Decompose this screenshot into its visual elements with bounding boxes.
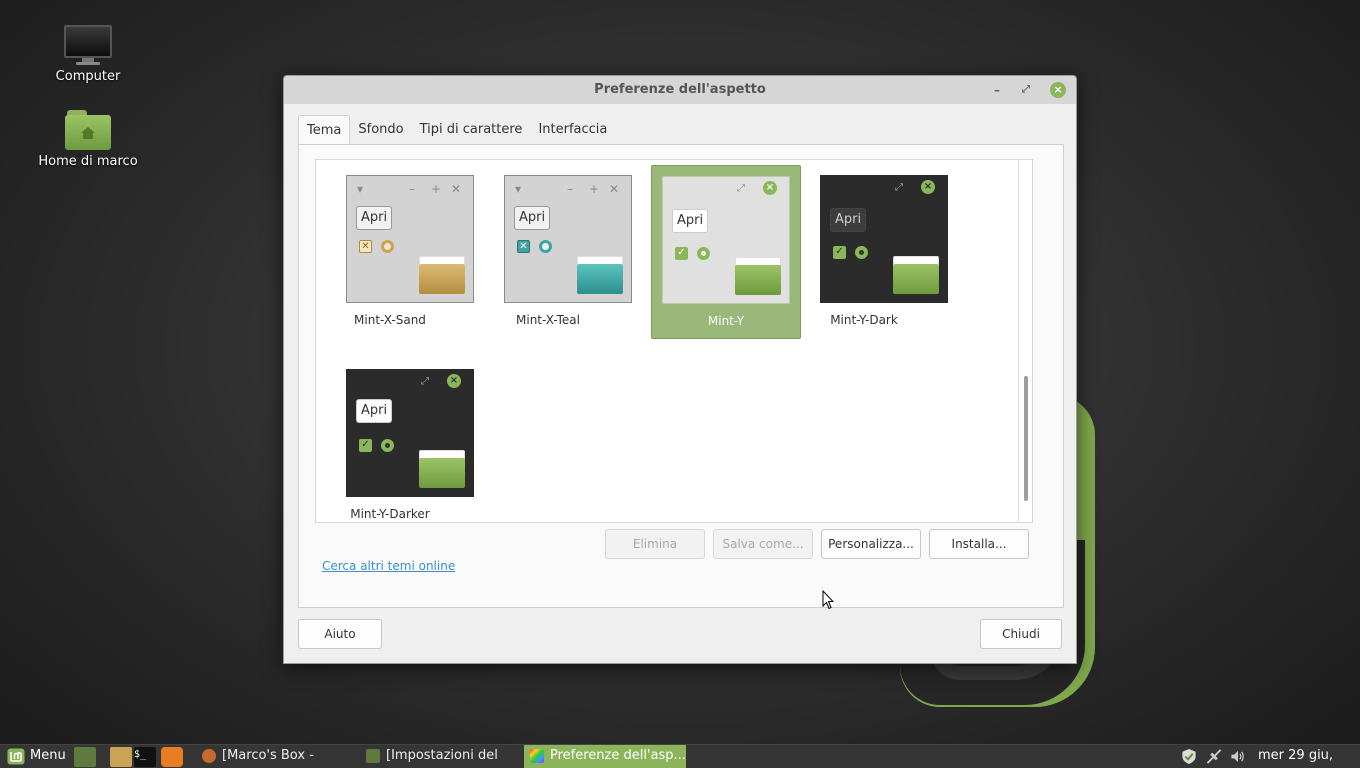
theme-preview: ▾ – + ✕ Apri ✕ <box>346 175 474 303</box>
theme-mint-y[interactable]: ⤢ × Apri ✓ Mint-Y <box>651 165 801 339</box>
preview-button: Apri <box>830 208 867 232</box>
theme-name: Mint-Y-Dark <box>830 313 898 327</box>
restore-icon: ⤢ <box>737 183 745 194</box>
theme-preview: ⤢ × Apri ✓ <box>820 175 948 303</box>
theme-name: Mint-Y <box>707 314 745 328</box>
desktop-icon-label: Home di marco <box>38 154 138 169</box>
dropdown-icon: ▾ <box>357 182 364 196</box>
clock[interactable]: mer 29 giu, 11.04 <box>1258 745 1360 768</box>
radio-icon <box>697 247 710 260</box>
taskbar-window-firefox[interactable]: [Marco's Box - Mozi... <box>196 745 356 768</box>
themes-scrollbar[interactable] <box>1018 160 1032 522</box>
desktop-icon-computer[interactable]: Computer <box>33 25 143 84</box>
dropdown-icon: ▾ <box>515 182 522 196</box>
theme-mint-x-teal[interactable]: ▾ – + ✕ Apri ✕ Mint-X-Teal <box>474 165 632 337</box>
theme-tab-panel: ▾ – + ✕ Apri ✕ Mint-X-Sand ▾ – + ✕ Apri … <box>298 144 1064 608</box>
preview-button: Apri <box>514 206 551 230</box>
radio-icon <box>539 240 552 253</box>
files-launcher[interactable] <box>110 747 132 767</box>
close-icon[interactable]: × <box>1050 82 1066 98</box>
minimize-icon: – <box>567 182 573 196</box>
checkbox-icon: ✓ <box>675 247 688 260</box>
theme-preview: ⤢ × Apri ✓ <box>346 369 474 497</box>
tab-tema[interactable]: Tema <box>298 115 351 145</box>
desktop-icon-label: Computer <box>55 69 121 84</box>
radio-icon <box>381 439 394 452</box>
radio-icon <box>855 246 868 259</box>
customize-button[interactable]: Personalizza... <box>821 529 921 559</box>
taskbar: Menu $_ [Marco's Box - Mozi... [Impostaz… <box>0 744 1360 768</box>
search-online-themes-link[interactable]: Cerca altri temi online <box>322 559 455 573</box>
window-title: Preferenze dell'aspetto <box>594 82 766 97</box>
show-desktop-launcher[interactable] <box>74 747 96 767</box>
close-icon: × <box>921 180 935 194</box>
close-icon: × <box>763 181 777 195</box>
checkbox-icon: ✕ <box>517 240 530 253</box>
folder-icon <box>419 450 465 488</box>
maximize-icon: + <box>431 182 442 196</box>
firefox-icon <box>202 749 216 763</box>
volume-icon[interactable] <box>1229 748 1247 765</box>
restore-icon: ⤢ <box>421 376 429 387</box>
checkbox-icon: ✓ <box>359 439 372 452</box>
scrollbar-thumb[interactable] <box>1024 376 1028 501</box>
save-as-button[interactable]: Salva come... <box>713 529 813 559</box>
theme-name: Mint-Y-Darker <box>350 507 430 521</box>
theme-preview: ▾ – + ✕ Apri ✕ <box>504 175 632 303</box>
checkbox-icon: ✕ <box>359 240 372 253</box>
taskbar-window-settings[interactable]: [Impostazioni del d... <box>360 745 520 768</box>
mouse-pointer-icon <box>822 590 834 610</box>
restore-icon: ⤢ <box>895 182 903 193</box>
maximize-icon[interactable]: ⤢ <box>1017 81 1035 99</box>
tab-fonts[interactable]: Tipi di carattere <box>412 115 531 145</box>
taskbar-window-appearance[interactable]: Preferenze dell'asp... <box>524 745 686 768</box>
theme-mint-x-sand[interactable]: ▾ – + ✕ Apri ✕ Mint-X-Sand <box>316 165 474 337</box>
preview-button: Apri <box>672 209 709 233</box>
folder-icon <box>577 256 623 294</box>
help-button[interactable]: Aiuto <box>298 619 382 649</box>
home-folder-icon <box>65 110 111 150</box>
tab-interfaccia[interactable]: Interfaccia <box>530 115 615 145</box>
terminal-launcher-icon[interactable]: $_ <box>134 747 156 767</box>
install-button[interactable]: Installa... <box>929 529 1029 559</box>
radio-icon <box>381 240 394 253</box>
shield-icon[interactable] <box>1180 748 1198 765</box>
close-button[interactable]: Chiudi <box>980 619 1062 649</box>
settings-icon <box>366 749 380 763</box>
tab-bar: Tema Sfondo Tipi di carattere Interfacci… <box>298 115 615 145</box>
delete-button[interactable]: Elimina <box>605 529 705 559</box>
checkbox-icon: ✓ <box>833 246 846 259</box>
appearance-preferences-window: Preferenze dell'aspetto – ⤢ × Tema Sfond… <box>283 75 1077 664</box>
preview-button: Apri <box>356 399 393 423</box>
mint-logo-icon <box>7 748 25 765</box>
appearance-icon <box>530 749 544 763</box>
window-content: Tema Sfondo Tipi di carattere Interfacci… <box>284 104 1076 663</box>
firefox-launcher-icon[interactable] <box>161 747 183 767</box>
desktop-icon-home[interactable]: Home di marco <box>33 110 143 169</box>
window-titlebar[interactable]: Preferenze dell'aspetto – ⤢ × <box>284 76 1076 104</box>
minimize-icon: – <box>409 182 415 196</box>
theme-mint-y-darker[interactable]: ⤢ × Apri ✓ Mint-Y-Darker <box>316 359 474 522</box>
menu-button[interactable]: Menu <box>4 745 66 768</box>
close-icon: ✕ <box>451 182 462 196</box>
theme-mint-y-dark[interactable]: ⤢ × Apri ✓ Mint-Y-Dark <box>790 165 948 337</box>
folder-icon <box>735 257 781 295</box>
theme-name: Mint-X-Teal <box>516 313 580 327</box>
close-icon: × <box>447 374 461 388</box>
computer-icon <box>64 25 112 65</box>
minimize-icon[interactable]: – <box>988 81 1006 99</box>
folder-icon <box>419 256 465 294</box>
theme-name: Mint-X-Sand <box>354 313 426 327</box>
close-icon: ✕ <box>609 182 620 196</box>
theme-preview: ⤢ × Apri ✓ <box>662 176 790 304</box>
menu-label: Menu <box>30 748 66 763</box>
tab-sfondo[interactable]: Sfondo <box>350 115 411 145</box>
network-icon[interactable] <box>1205 748 1223 765</box>
maximize-icon: + <box>589 182 600 196</box>
preview-button: Apri <box>356 206 393 230</box>
themes-grid: ▾ – + ✕ Apri ✕ Mint-X-Sand ▾ – + ✕ Apri … <box>315 159 1033 523</box>
folder-icon <box>893 256 939 294</box>
